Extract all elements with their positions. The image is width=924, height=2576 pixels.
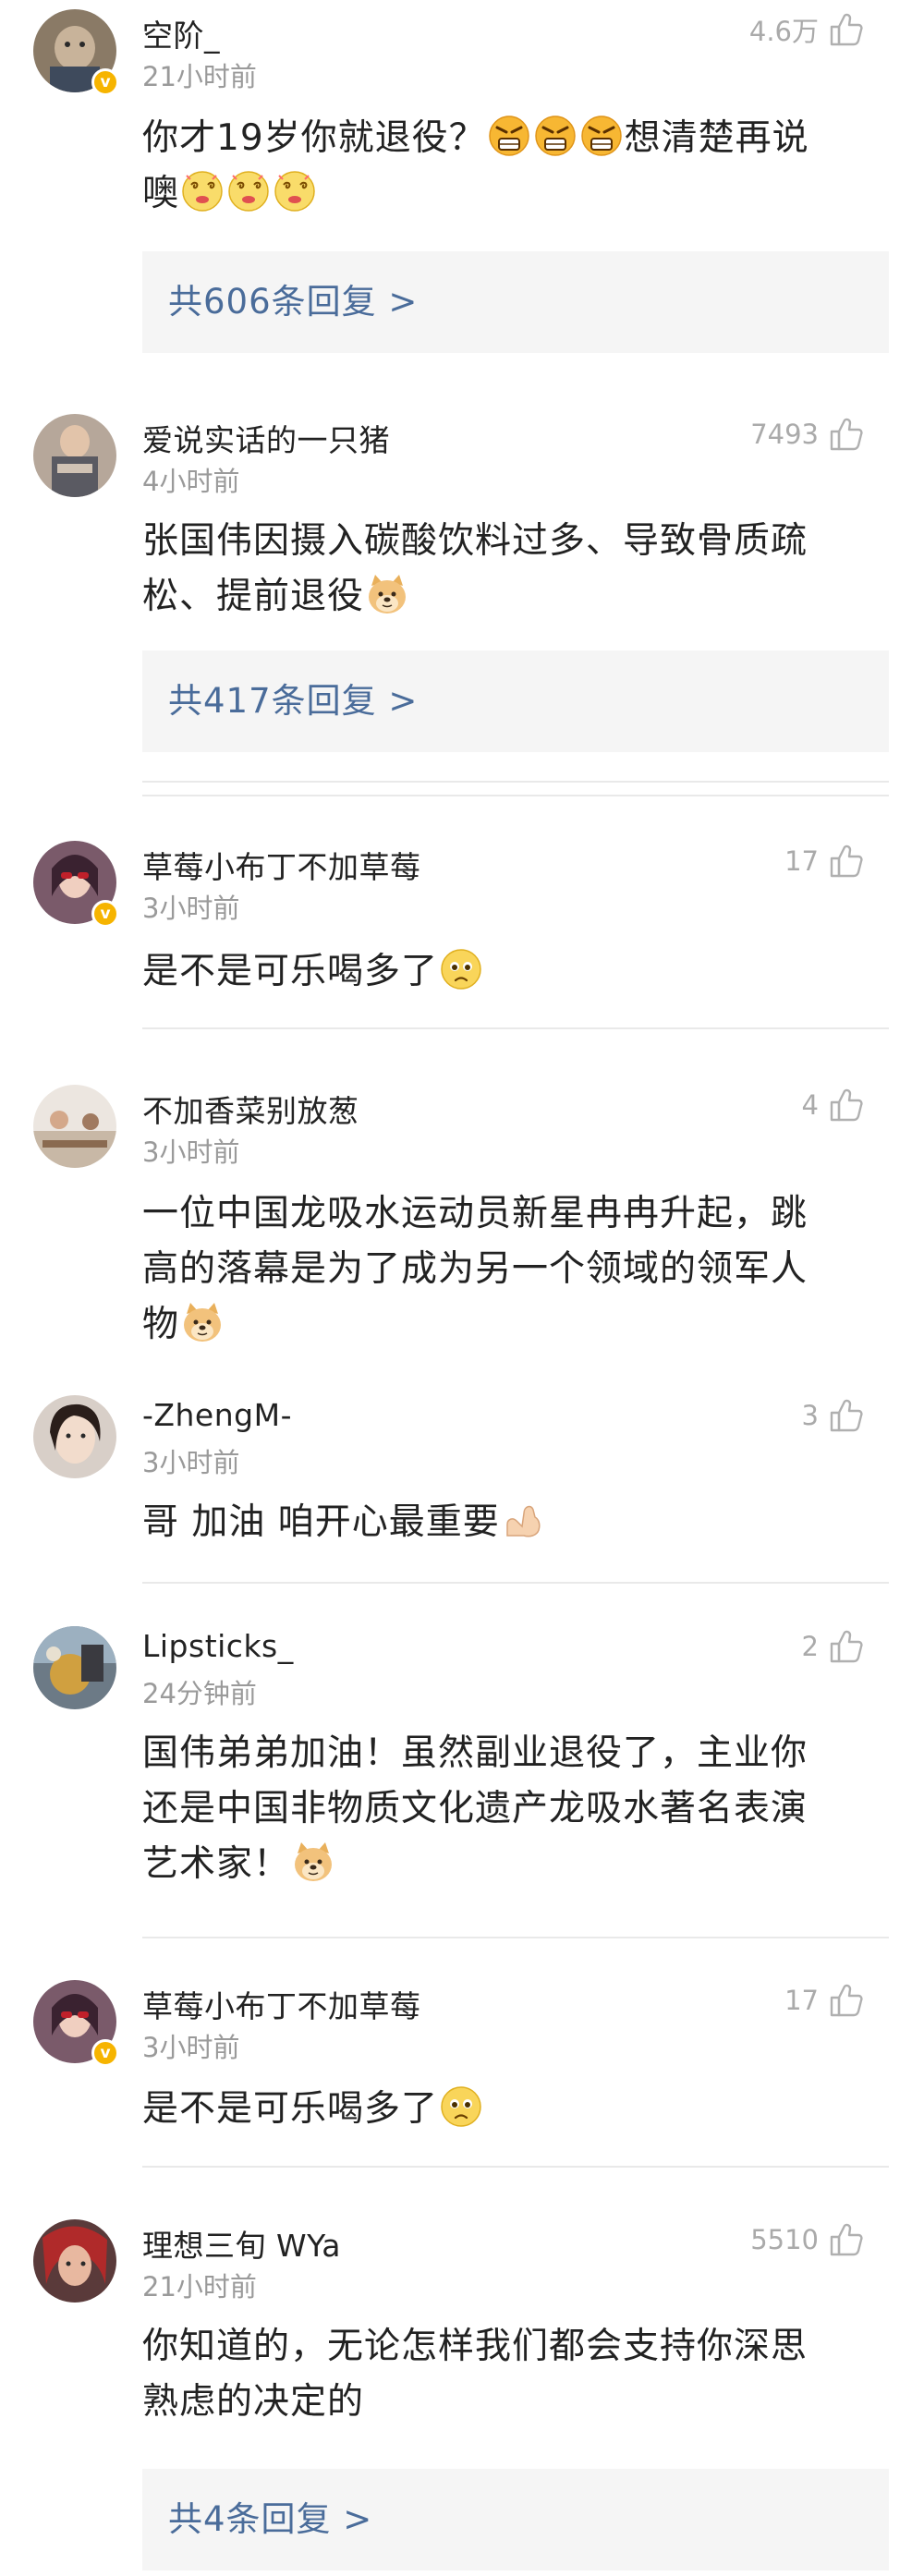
dizzy-emoji-icon [227,170,270,213]
timestamp: 4小时前 [142,466,240,497]
dizzy-emoji-icon [181,170,224,213]
divider [142,2166,889,2168]
timestamp: 21小时前 [142,61,257,92]
thumbs-up-icon [828,1397,865,1434]
like-count: 4 [801,1089,819,1121]
comment-text-part: 你才19岁你就退役？ [142,117,486,159]
comment-text-part: 想清楚再说 [624,117,809,159]
like-count: 4.6万 [748,16,819,47]
angry-emoji-icon [580,115,623,157]
username[interactable]: 理想三旬 WYa [142,2221,341,2266]
sad-emoji-icon [440,948,482,990]
comment-text-part: 噢 [142,173,180,214]
timestamp: 3小时前 [142,1447,240,1478]
thumbs-up-icon [828,416,865,453]
divider [142,1582,889,1584]
like-button[interactable]: 4 [802,1087,865,1124]
username[interactable]: 不加香菜别放葱 [142,1087,359,1131]
comment-text-part: 松、提前退役 [142,576,365,617]
comment-text-part: 是不是可乐喝多了 [142,951,439,992]
comment-text-part: 还是中国非物质文化遗产龙吸水著名表演 [142,1788,808,1829]
comment-text-part: 哥 加油 咱开心最重要 [142,1501,500,1543]
thumbs-up-icon [828,11,865,48]
divider [142,1027,889,1029]
dizzy-emoji-icon [274,170,316,213]
avatar[interactable] [33,1085,116,1168]
avatar[interactable] [33,2219,116,2303]
avatar[interactable] [33,1626,116,1709]
thumbs-up-icon [828,1982,865,2019]
comment-text: 是不是可乐喝多了 [142,2082,872,2137]
avatar[interactable] [33,414,116,497]
username[interactable]: 空阶_ [142,11,220,55]
thumbs-up-icon [828,2221,865,2258]
doge-emoji-icon [366,573,408,615]
username[interactable]: 草莓小布丁不加草莓 [142,843,421,887]
comment-text-part: 物 [142,1304,180,1345]
like-button[interactable]: 4.6万 [749,11,865,48]
like-button[interactable]: 17 [784,843,865,880]
comment-text-part: 高的落幕是为了成为另一个领域的领军人 [142,1248,808,1290]
comment-text-part: 国伟弟弟加油！虽然副业退役了，主业你 [142,1732,808,1774]
verified-badge-icon: v [91,2039,119,2067]
username[interactable]: Lipsticks_ [142,1628,294,1664]
like-button[interactable]: 5510 [750,2221,865,2258]
timestamp: 24分钟前 [142,1678,257,1709]
comment-text-part: 你知道的，无论怎样我们都会支持你深思 [142,2326,808,2367]
view-replies-button[interactable]: 共4条回复 > [142,2469,889,2570]
sad-emoji-icon [440,2085,482,2128]
thumbs-up-icon [828,1087,865,1124]
timestamp: 21小时前 [142,2271,257,2303]
avatar[interactable] [33,1395,116,1478]
username[interactable]: 草莓小布丁不加草莓 [142,1982,421,2026]
divider [142,1937,889,1938]
thumbs-up-icon [828,1628,865,1665]
like-button[interactable]: 3 [802,1397,865,1434]
comment-text-part: 是不是可乐喝多了 [142,2088,439,2130]
like-button[interactable]: 2 [802,1628,865,1665]
verified-badge-icon: v [91,68,119,96]
like-count: 2 [801,1631,819,1662]
view-replies-button[interactable]: 共417条回复 > [142,650,889,752]
comment-text: 国伟弟弟加油！虽然副业退役了，主业你 还是中国非物质文化遗产龙吸水著名表演 艺术… [142,1726,872,1892]
username[interactable]: -ZhengM- [142,1397,292,1433]
like-count: 17 [784,845,819,877]
comment-text: 是不是可乐喝多了 [142,944,872,1000]
doge-emoji-icon [292,1841,334,1883]
view-replies-button[interactable]: 共606条回复 > [142,251,889,353]
comment-text: 哥 加油 咱开心最重要 [142,1495,872,1550]
like-button[interactable]: 7493 [750,416,865,453]
doge-emoji-icon [181,1301,224,1343]
timestamp: 3小时前 [142,1136,240,1168]
comment-text: 你才19岁你就退役？ 想清楚再说 噢 [142,111,872,222]
angry-emoji-icon [488,115,530,157]
comment-text: 一位中国龙吸水运动员新星冉冉升起，跳 高的落幕是为了成为另一个领域的领军人 物 [142,1186,872,1353]
divider [142,795,889,796]
comment-text-part: 一位中国龙吸水运动员新星冉冉升起，跳 [142,1193,808,1234]
username[interactable]: 爱说实话的一只猪 [142,416,390,460]
angry-emoji-icon [534,115,577,157]
divider [142,781,889,783]
flexed-biceps-emoji-icon [502,1499,544,1541]
thumbs-up-icon [828,843,865,880]
like-button[interactable]: 17 [784,1982,865,2019]
comment-text: 张国伟因摄入碳酸饮料过多、导致骨质疏 松、提前退役 [142,514,872,625]
comment-text-part: 熟虑的决定的 [142,2381,365,2423]
comment-text-part: 张国伟因摄入碳酸饮料过多、导致骨质疏 [142,520,808,562]
like-count: 7493 [750,419,819,450]
timestamp: 3小时前 [142,893,240,924]
comment-text: 你知道的，无论怎样我们都会支持你深思 熟虑的决定的 [142,2319,872,2430]
comment-text-part: 艺术家！ [142,1843,291,1885]
like-count: 5510 [750,2224,819,2255]
like-count: 3 [801,1400,819,1431]
verified-badge-icon: v [91,900,119,928]
like-count: 17 [784,1985,819,2016]
timestamp: 3小时前 [142,2032,240,2063]
